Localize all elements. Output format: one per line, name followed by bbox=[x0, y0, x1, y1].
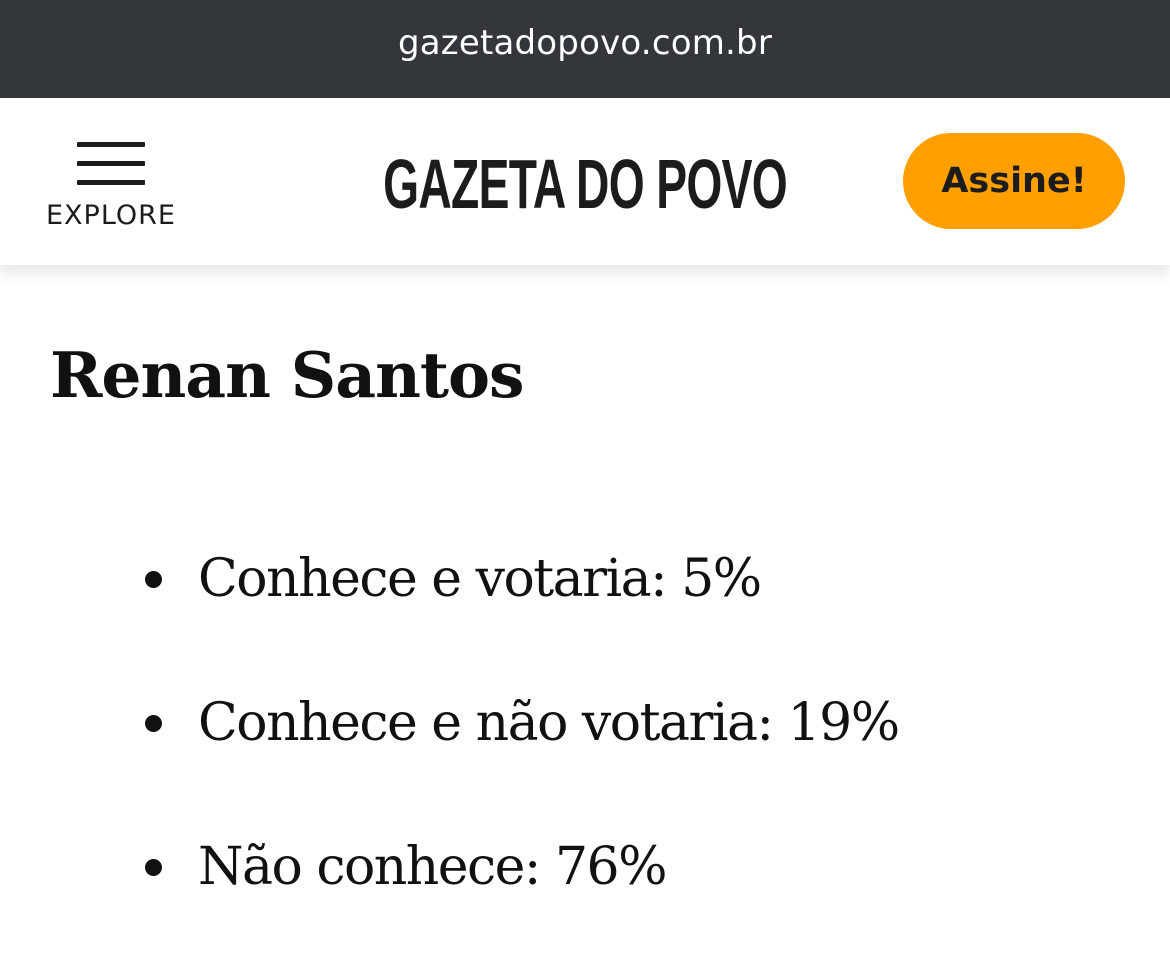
hamburger-icon bbox=[77, 142, 145, 186]
list-item-text: Conhece e votaria: 5% bbox=[198, 549, 762, 609]
bullet-icon bbox=[145, 714, 162, 732]
list-item: Conhece e votaria: 5% bbox=[140, 544, 762, 614]
bullet-icon bbox=[145, 570, 162, 588]
subscribe-button[interactable]: Assine! bbox=[903, 133, 1125, 229]
list-item-text: Conhece e não votaria: 19% bbox=[198, 693, 900, 753]
list-item: Não conhece: 76% bbox=[140, 832, 668, 902]
explore-label: EXPLORE bbox=[46, 200, 176, 231]
site-logo[interactable]: GAZETA DO POVO bbox=[383, 144, 788, 224]
site-header: EXPLORE GAZETA DO POVO Assine! bbox=[0, 98, 1170, 265]
browser-url-bar[interactable]: gazetadopovo.com.br bbox=[0, 0, 1170, 98]
bullet-icon bbox=[145, 858, 162, 876]
explore-menu-button[interactable]: EXPLORE bbox=[40, 136, 182, 236]
logo-text: GAZETA DO POVO bbox=[383, 145, 788, 223]
url-text: gazetadopovo.com.br bbox=[397, 23, 773, 63]
article-heading: Renan Santos bbox=[50, 338, 525, 412]
list-item: Conhece e não votaria: 19% bbox=[140, 688, 900, 758]
list-item-text: Não conhece: 76% bbox=[198, 837, 668, 897]
